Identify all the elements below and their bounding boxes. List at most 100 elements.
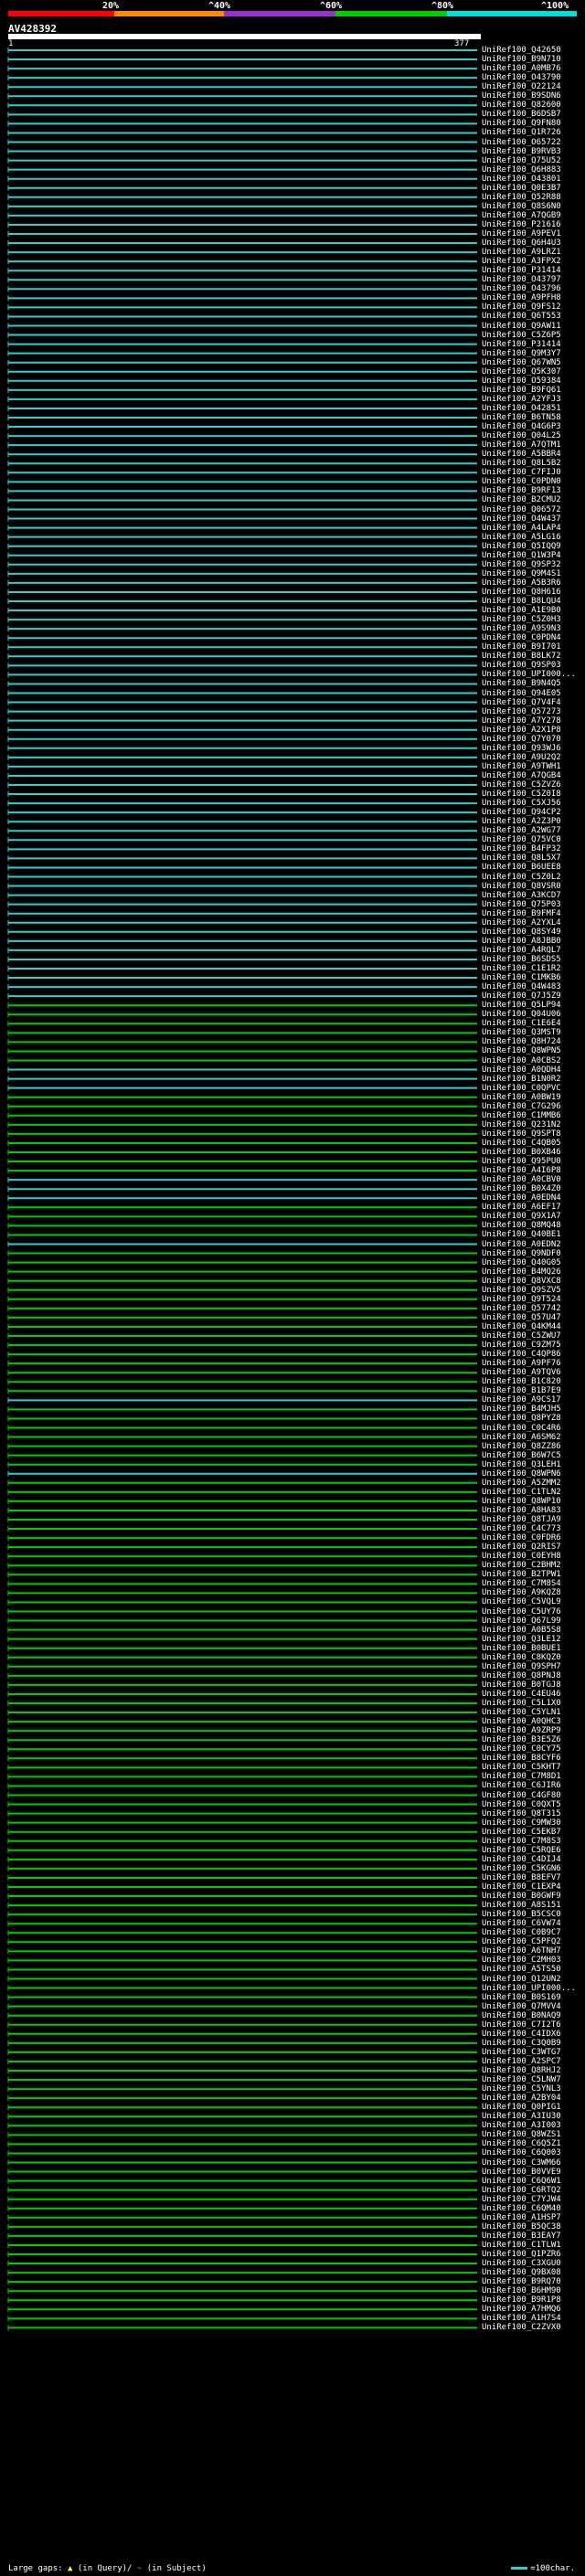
- hit-label[interactable]: UniRef100_Q8WPN6: [482, 1469, 561, 1479]
- hit-label[interactable]: UniRef100_C9MW30: [482, 1818, 561, 1828]
- hit-label[interactable]: UniRef100_Q5K307: [482, 367, 561, 376]
- hit-label[interactable]: UniRef100_A3FPX2: [482, 257, 561, 266]
- hit-label[interactable]: UniRef100_P31414: [482, 266, 561, 275]
- hit-label[interactable]: UniRef100_A2Z3P0: [482, 817, 561, 826]
- hit-label[interactable]: UniRef100_C7M8S3: [482, 1837, 561, 1846]
- hit-label[interactable]: UniRef100_A9S9N3: [482, 624, 561, 633]
- hit-label[interactable]: UniRef100_Q75P03: [482, 900, 561, 909]
- hit-label[interactable]: UniRef100_A3KCD7: [482, 891, 561, 900]
- hit-label[interactable]: UniRef100_Q8RHJ2: [482, 2066, 561, 2075]
- hit-label[interactable]: UniRef100_B5CSC0: [482, 1910, 561, 1919]
- hit-label[interactable]: UniRef100_A9PFH8: [482, 293, 561, 302]
- hit-label[interactable]: UniRef100_C6Q5Z1: [482, 2139, 561, 2148]
- hit-label[interactable]: UniRef100_Q0PIG1: [482, 2103, 561, 2112]
- hit-label[interactable]: UniRef100_Q9AW11: [482, 322, 561, 331]
- hit-label[interactable]: UniRef100_Q8H724: [482, 1037, 561, 1046]
- hit-label[interactable]: UniRef100_Q75U52: [482, 156, 561, 165]
- hit-label[interactable]: UniRef100_B0BUE1: [482, 1644, 561, 1653]
- hit-label[interactable]: UniRef100_C5Z0I8: [482, 790, 561, 799]
- hit-label[interactable]: UniRef100_B9FQ61: [482, 386, 561, 395]
- hit-label[interactable]: UniRef100_A6SM62: [482, 1433, 561, 1442]
- hit-label[interactable]: UniRef100_Q42650: [482, 46, 561, 55]
- hit-label[interactable]: UniRef100_C0PDN4: [482, 633, 561, 642]
- hit-label[interactable]: UniRef100_C7G296: [482, 1102, 561, 1111]
- hit-label[interactable]: UniRef100_C5ZVZ6: [482, 780, 561, 790]
- hit-label[interactable]: UniRef100_Q7MVV4: [482, 2002, 561, 2011]
- hit-label[interactable]: UniRef100_Q8TJA9: [482, 1515, 561, 1524]
- hit-label[interactable]: UniRef100_A0QDH4: [482, 1065, 561, 1075]
- hit-label[interactable]: UniRef100_Q8WP10: [482, 1497, 561, 1506]
- hit-label[interactable]: UniRef100_Q3LEH1: [482, 1460, 561, 1469]
- hit-label[interactable]: UniRef100_C5Z6P5: [482, 331, 561, 340]
- hit-label[interactable]: UniRef100_Q4G6P3: [482, 422, 561, 431]
- hit-label[interactable]: UniRef100_Q6H4U3: [482, 239, 561, 248]
- hit-label[interactable]: UniRef100_Q0E3B7: [482, 184, 561, 193]
- hit-label[interactable]: UniRef100_Q57273: [482, 707, 561, 716]
- hit-label[interactable]: UniRef100_A9TQV6: [482, 1368, 561, 1377]
- hit-label[interactable]: UniRef100_C6Q003: [482, 2148, 561, 2157]
- hit-label[interactable]: UniRef100_B6SDS5: [482, 955, 561, 964]
- hit-label[interactable]: UniRef100_A5LG16: [482, 533, 561, 542]
- hit-label[interactable]: UniRef100_Q8H616: [482, 588, 561, 597]
- hit-label[interactable]: UniRef100_A0EDN2: [482, 1240, 561, 1249]
- hit-label[interactable]: UniRef100_B0NAQ9: [482, 2011, 561, 2020]
- hit-label[interactable]: UniRef100_Q9FS12: [482, 302, 561, 312]
- hit-label[interactable]: UniRef100_C5Z0H3: [482, 615, 561, 624]
- hit-label[interactable]: UniRef100_Q8WPN5: [482, 1046, 561, 1055]
- hit-label[interactable]: UniRef100_Q12UN2: [482, 1975, 561, 1984]
- hit-label[interactable]: UniRef100_Q8L5B2: [482, 459, 561, 468]
- hit-label[interactable]: UniRef100_C7M8S4: [482, 1579, 561, 1588]
- hit-label[interactable]: UniRef100_Q6T553: [482, 312, 561, 321]
- hit-label[interactable]: UniRef100_C2ZVX0: [482, 2323, 561, 2332]
- hit-label[interactable]: UniRef100_Q9T524: [482, 1295, 561, 1304]
- hit-label[interactable]: UniRef100_C2BHM2: [482, 1561, 561, 1570]
- hit-label[interactable]: UniRef100_A2SPC7: [482, 2057, 561, 2066]
- hit-label[interactable]: UniRef100_A9U2Q2: [482, 753, 561, 762]
- hit-label[interactable]: UniRef100_B1B7E9: [482, 1386, 561, 1395]
- hit-label[interactable]: UniRef100_O43797: [482, 275, 561, 284]
- hit-label[interactable]: UniRef100_B6HM90: [482, 2286, 561, 2295]
- hit-label[interactable]: UniRef100_B6DSB7: [482, 110, 561, 119]
- hit-label[interactable]: UniRef100_C0CY75: [482, 1744, 561, 1754]
- hit-label[interactable]: UniRef100_A6TNH7: [482, 1946, 561, 1956]
- hit-label[interactable]: UniRef100_A0CBV0: [482, 1175, 561, 1184]
- hit-label[interactable]: UniRef100_Q95PU0: [482, 1157, 561, 1166]
- hit-label[interactable]: UniRef100_A4RQL7: [482, 946, 561, 955]
- hit-label[interactable]: UniRef100_Q9M3Y7: [482, 349, 561, 358]
- hit-label[interactable]: UniRef100_C6Q6W1: [482, 2177, 561, 2186]
- hit-label[interactable]: UniRef100_C2MH03: [482, 1956, 561, 1965]
- hit-label[interactable]: UniRef100_Q94E05: [482, 689, 561, 698]
- hit-label[interactable]: UniRef100_B0S169: [482, 1993, 561, 2002]
- hit-label[interactable]: UniRef100_Q57742: [482, 1304, 561, 1313]
- hit-label[interactable]: UniRef100_Q231N2: [482, 1120, 561, 1129]
- hit-label[interactable]: UniRef100_Q3LE12: [482, 1635, 561, 1644]
- hit-label[interactable]: UniRef100_A4LAP4: [482, 524, 561, 533]
- hit-label[interactable]: UniRef100_Q8MQ48: [482, 1221, 561, 1230]
- hit-label[interactable]: UniRef100_A5ZMM2: [482, 1479, 561, 1488]
- hit-label[interactable]: UniRef100_C5PFQ2: [482, 1937, 561, 1946]
- hit-label[interactable]: UniRef100_C3WTG7: [482, 2048, 561, 2057]
- hit-label[interactable]: UniRef100_Q8VXC8: [482, 1277, 561, 1286]
- hit-label[interactable]: UniRef100_B0XB46: [482, 1148, 561, 1157]
- hit-label[interactable]: UniRef100_C8KQZ0: [482, 1653, 561, 1662]
- hit-label[interactable]: UniRef100_A1E9B0: [482, 606, 561, 615]
- hit-label[interactable]: UniRef100_Q8SY49: [482, 928, 561, 937]
- hit-label[interactable]: UniRef100_C7YJW4: [482, 2195, 561, 2204]
- hit-label[interactable]: UniRef100_A7QGB4: [482, 771, 561, 780]
- hit-label[interactable]: UniRef100_Q8L5X7: [482, 853, 561, 863]
- hit-label[interactable]: UniRef100_B1N0R2: [482, 1075, 561, 1084]
- hit-label[interactable]: UniRef100_Q8S6N0: [482, 202, 561, 211]
- hit-label[interactable]: UniRef100_C6VW74: [482, 1919, 561, 1928]
- hit-label[interactable]: UniRef100_Q9X1A7: [482, 1212, 561, 1221]
- hit-label[interactable]: UniRef100_A2X1P8: [482, 726, 561, 735]
- hit-label[interactable]: UniRef100_A2WG77: [482, 826, 561, 835]
- hit-label[interactable]: UniRef100_C4GF80: [482, 1791, 561, 1800]
- hit-label[interactable]: UniRef100_Q04L25: [482, 431, 561, 440]
- hit-label[interactable]: UniRef100_Q9SZV5: [482, 1286, 561, 1295]
- hit-label[interactable]: UniRef100_A3I003: [482, 2121, 561, 2130]
- hit-label[interactable]: UniRef100_C0C4R6: [482, 1424, 561, 1433]
- hit-label[interactable]: UniRef100_B0GWF9: [482, 1892, 561, 1901]
- hit-label[interactable]: UniRef100_Q57U47: [482, 1313, 561, 1322]
- hit-label[interactable]: UniRef100_C5Z0L2: [482, 873, 561, 882]
- hit-label[interactable]: UniRef100_B9N710: [482, 55, 561, 64]
